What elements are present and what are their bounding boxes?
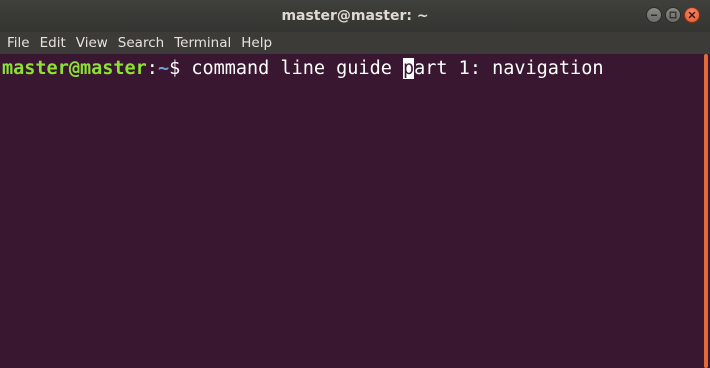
minimize-icon	[651, 14, 657, 16]
terminal-window: master@master: ~ File Edit View Search T…	[0, 0, 710, 368]
command-text-after-cursor: art 1: navigation	[414, 58, 604, 79]
terminal-area[interactable]: master@master:~$ command line guide part…	[0, 54, 700, 368]
menu-file[interactable]: File	[2, 32, 35, 54]
close-icon	[688, 11, 696, 19]
minimize-button[interactable]	[646, 7, 662, 23]
command-text-before-cursor: command line guide	[191, 58, 403, 79]
menu-help[interactable]: Help	[236, 32, 277, 54]
window-title: master@master: ~	[281, 8, 429, 24]
command-line: master@master:~$ command line guide part…	[2, 58, 603, 80]
menu-terminal[interactable]: Terminal	[169, 32, 236, 54]
scrollbar-thumb[interactable]	[704, 54, 708, 368]
maximize-icon	[669, 11, 677, 19]
close-button[interactable]	[684, 7, 700, 23]
maximize-button[interactable]	[665, 7, 681, 23]
prompt-path: ~	[157, 58, 170, 79]
menu-edit[interactable]: Edit	[35, 32, 71, 54]
prompt-symbol: $	[169, 58, 192, 79]
title-bar[interactable]: master@master: ~	[0, 0, 710, 32]
menu-view[interactable]: View	[71, 32, 113, 54]
text-cursor: p	[402, 58, 415, 79]
prompt-user: master@master	[2, 58, 147, 79]
menu-bar: File Edit View Search Terminal Help	[0, 32, 710, 54]
prompt-colon: :	[146, 58, 158, 79]
scrollbar[interactable]	[700, 54, 710, 368]
menu-search[interactable]: Search	[113, 32, 169, 54]
window-controls	[646, 7, 700, 23]
